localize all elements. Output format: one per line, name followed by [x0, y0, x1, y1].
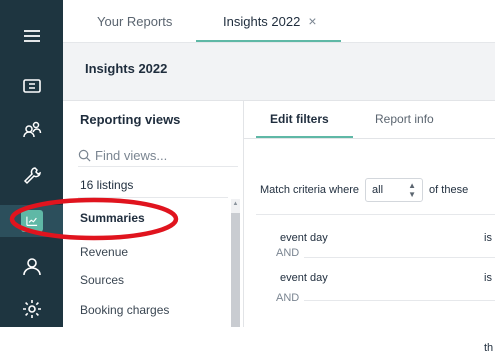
view-item-sources[interactable]: Sources: [80, 273, 124, 287]
report-header: Insights 2022: [63, 43, 495, 101]
select-arrows-icon: ▲ ▼: [408, 181, 417, 199]
rule-field[interactable]: event day: [280, 272, 328, 284]
reports-icon[interactable]: [0, 205, 63, 237]
gear-icon[interactable]: [0, 293, 63, 325]
view-item-revenue[interactable]: Revenue: [80, 245, 128, 259]
view-item-summaries[interactable]: Summaries: [80, 211, 145, 225]
close-icon[interactable]: ×: [308, 13, 316, 29]
rule-operator[interactable]: is: [484, 272, 492, 284]
search-input[interactable]: Find views...: [78, 144, 238, 167]
scroll-up-arrow[interactable]: ▲: [231, 201, 240, 207]
match-suffix: of these: [429, 184, 469, 196]
rule-joiner: AND: [276, 247, 300, 259]
view-item-booking-charges[interactable]: Booking charges: [80, 303, 169, 317]
pane-title: Reporting views: [80, 112, 181, 127]
reports-icon-badge: [20, 210, 43, 232]
match-prefix: Match criteria where: [260, 184, 360, 196]
users-icon[interactable]: [0, 113, 63, 145]
scrollbar-thumb[interactable]: [231, 213, 240, 327]
ticket-icon[interactable]: [0, 70, 63, 102]
tab-label: Your Reports: [97, 13, 173, 29]
rule-divider: [256, 214, 495, 215]
active-tab-indicator: [256, 136, 353, 138]
tab-report-info[interactable]: Report info: [375, 112, 434, 126]
rule-divider: [304, 300, 495, 301]
wrench-icon[interactable]: [0, 160, 63, 192]
reporting-views-pane: Reporting views Find views... 16 listing…: [63, 101, 244, 327]
rule-divider: [304, 257, 495, 258]
rule-operator[interactable]: is: [484, 232, 492, 244]
tab-your-reports[interactable]: Your Reports: [97, 0, 172, 42]
tab-label: Insights 2022: [223, 13, 301, 29]
tab-edit-filters[interactable]: Edit filters: [270, 112, 329, 126]
search-icon: [78, 149, 91, 161]
match-select-value: all: [372, 184, 384, 196]
search-placeholder: Find views...: [95, 147, 168, 163]
user-icon[interactable]: [0, 250, 63, 282]
rule-operator-partial: th: [484, 342, 494, 354]
menu-icon[interactable]: [0, 20, 63, 52]
rule-field[interactable]: event day: [280, 232, 328, 244]
match-criteria-row: Match criteria where all ▲ ▼ of these: [260, 178, 468, 202]
active-tab-indicator: [196, 40, 341, 42]
listing-count: 16 listings: [80, 178, 134, 192]
divider: [78, 197, 228, 198]
page-title: Insights 2022: [85, 61, 168, 76]
match-select[interactable]: all ▲ ▼: [365, 178, 424, 202]
tab-insights-2022[interactable]: Insights 2022 ×: [223, 0, 317, 42]
rule-joiner: AND: [276, 292, 300, 304]
nav-rail: [0, 0, 63, 327]
report-editor-pane: Edit filters Report info Match criteria …: [244, 101, 495, 354]
